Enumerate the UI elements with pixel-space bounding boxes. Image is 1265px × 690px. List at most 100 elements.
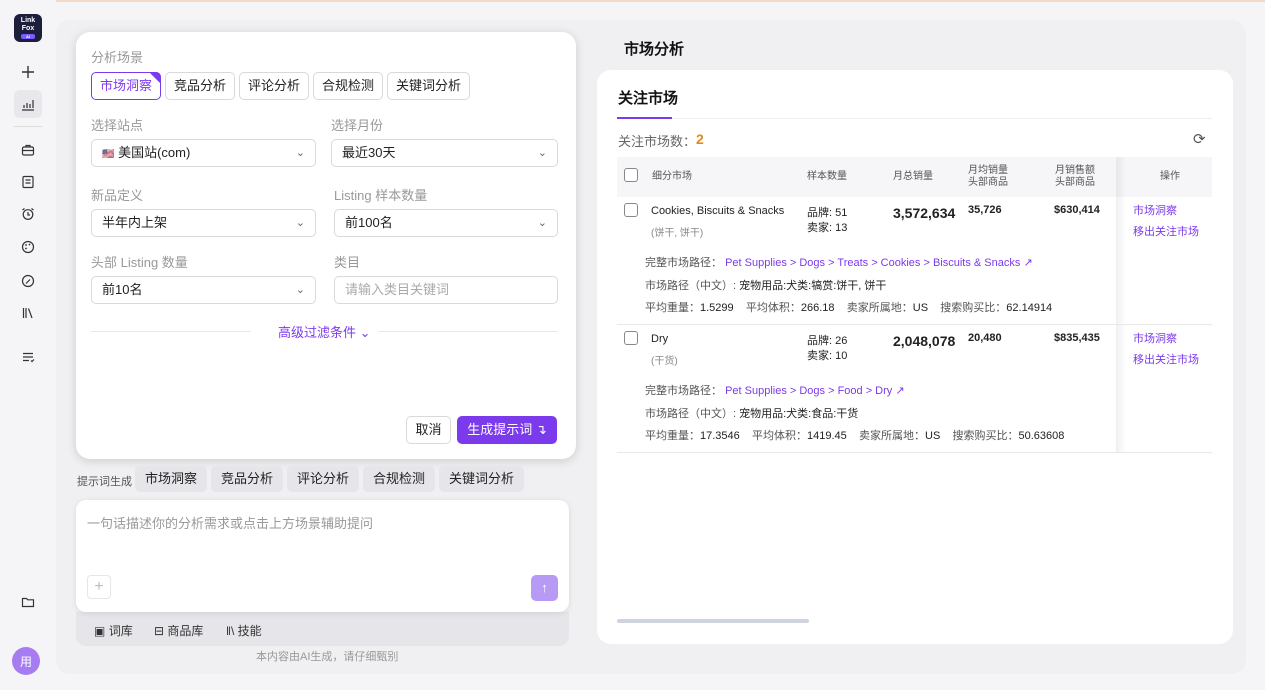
head-listing-label: 头部 Listing 数量 xyxy=(91,255,188,270)
site-select[interactable]: 🇺🇸 美国站(com) ⌄ xyxy=(91,139,316,167)
library-icon: ‖\ xyxy=(226,624,235,638)
scene-tab-compliance[interactable]: 合规检测 xyxy=(313,72,384,100)
list-icon[interactable] xyxy=(14,343,42,371)
library-icon[interactable] xyxy=(14,299,42,327)
stats-line: 平均重量：17.3546 平均体积：1419.45 卖家所属地：US 搜索购买比… xyxy=(645,430,1065,442)
product-library-link[interactable]: ⊟ 商品库 xyxy=(154,622,203,639)
th-head-revenue: 月销售额 头部商品 xyxy=(1055,165,1095,188)
month-value: 最近30天 xyxy=(342,145,396,160)
chevron-down-icon: ⌄ xyxy=(537,147,547,159)
generate-prompt-button[interactable]: 生成提示词 ↴ xyxy=(457,416,557,444)
path-cn: 市场路径（中文）: 宠物用品:犬类:食品:干货 xyxy=(645,408,859,420)
briefcase-icon[interactable] xyxy=(14,136,42,164)
input-toolbar: ▣ 词库 ⊟ 商品库 ‖\ 技能 xyxy=(76,612,569,646)
th-ops: 操作 xyxy=(1160,171,1180,182)
linkfox-logo[interactable]: Link Fox AI xyxy=(14,14,42,42)
plus-icon[interactable] xyxy=(14,58,42,86)
external-link-icon[interactable]: ↗ xyxy=(895,385,904,397)
select-all-checkbox[interactable] xyxy=(624,168,638,182)
logo-ai-badge: AI xyxy=(21,34,35,39)
logo-line2: Fox xyxy=(21,25,35,32)
prompt-gen-label: 提示词生成 xyxy=(77,476,132,488)
unwatch-link[interactable]: 移出关注市场 xyxy=(1133,223,1199,239)
chevron-down-icon: ⌄ xyxy=(359,325,371,340)
palette-icon[interactable] xyxy=(14,233,42,261)
alarm-icon[interactable] xyxy=(14,200,42,228)
th-monthly-sales: 月总销量 xyxy=(893,171,933,182)
total-sales: 3,572,634 xyxy=(893,205,956,221)
ai-disclaimer: 本内容由AI生成，请仔细甄别 xyxy=(256,651,399,663)
brand-count: 品牌: 26 xyxy=(807,335,848,347)
horizontal-scrollbar[interactable] xyxy=(617,619,809,623)
new-product-select[interactable]: 半年内上架 ⌄ xyxy=(91,209,316,237)
row-checkbox[interactable] xyxy=(624,203,638,217)
site-value: 美国站(com) xyxy=(118,145,191,160)
month-label: 选择月份 xyxy=(331,118,384,133)
new-product-label: 新品定义 xyxy=(91,188,144,203)
seller-count: 卖家: 10 xyxy=(807,350,848,362)
row-checkbox[interactable] xyxy=(624,331,638,345)
head-listing-value: 前10名 xyxy=(102,282,143,297)
scene-tab-review[interactable]: 评论分析 xyxy=(239,72,310,100)
refresh-icon[interactable]: ⟳ xyxy=(1193,130,1206,148)
market-insight-link[interactable]: 市场洞察 xyxy=(1133,330,1177,346)
prompt-tab-competitor[interactable]: 竞品分析 xyxy=(211,466,284,492)
revenue: $835,435 xyxy=(1054,332,1100,344)
listing-sample-select[interactable]: 前100名 ⌄ xyxy=(334,209,558,237)
left-rail: Link Fox AI 用 xyxy=(0,0,56,690)
briefcase-icon: ⊟ xyxy=(154,624,165,638)
folder-icon[interactable] xyxy=(14,588,42,616)
us-flag-icon: 🇺🇸 xyxy=(102,149,115,160)
pen-icon[interactable] xyxy=(14,267,42,295)
scene-tab-market[interactable]: 市场洞察 xyxy=(91,72,162,100)
prompt-tab-market[interactable]: 市场洞察 xyxy=(135,466,208,492)
advanced-filter-toggle[interactable]: 高级过滤条件 ⌄ xyxy=(278,322,371,341)
divider xyxy=(672,118,1212,119)
full-path: 完整市场路径： Pet Supplies > Dogs > Food > Dry… xyxy=(645,385,905,397)
divider xyxy=(91,331,251,332)
attach-button[interactable]: + xyxy=(87,575,111,599)
external-link-icon[interactable]: ↗ xyxy=(1023,257,1032,269)
prompt-input-box[interactable]: 一句话描述你的分析需求或点击上方场景辅助提问 + ↑ xyxy=(76,500,569,612)
prompt-tab-keyword[interactable]: 关键词分析 xyxy=(439,466,525,492)
th-head-sales: 月均销量 头部商品 xyxy=(968,165,1008,188)
category-input[interactable]: 请输入类目关键词 xyxy=(334,276,558,304)
chart-icon[interactable] xyxy=(14,90,42,118)
selected-corner-icon xyxy=(149,72,162,84)
prompt-tab-review[interactable]: 评论分析 xyxy=(287,466,360,492)
market-name: Cookies, Biscuits & Snacks xyxy=(651,205,785,217)
top-accent-line xyxy=(0,0,1265,2)
avatar[interactable]: 用 xyxy=(12,647,40,675)
scene-label: 分析场景 xyxy=(91,50,144,65)
cancel-button[interactable]: 取消 xyxy=(406,416,451,444)
send-button[interactable]: ↑ xyxy=(531,575,558,601)
full-path-link[interactable]: Pet Supplies > Dogs > Treats > Cookies >… xyxy=(725,257,1020,269)
skills-link[interactable]: ‖\ 技能 xyxy=(226,622,262,639)
brand-count: 品牌: 51 xyxy=(807,207,848,219)
head-listing-select[interactable]: 前10名 ⌄ xyxy=(91,276,316,304)
full-path-link[interactable]: Pet Supplies > Dogs > Food > Dry xyxy=(725,385,892,397)
row-divider xyxy=(617,452,1212,453)
site-label: 选择站点 xyxy=(91,118,144,133)
watch-count-label: 关注市场数： xyxy=(618,134,697,149)
prompt-tab-compliance[interactable]: 合规检测 xyxy=(363,466,436,492)
stats-line: 平均重量：1.5299 平均体积：266.18 卖家所属地：US 搜索购买比：6… xyxy=(645,302,1053,314)
logo-line1: Link xyxy=(20,17,36,24)
listing-sample-value: 前100名 xyxy=(345,215,393,230)
analysis-config-card: 分析场景 市场洞察 竞品分析 评论分析 合规检测 关键词分析 选择站点 🇺🇸 美… xyxy=(76,32,576,459)
month-select[interactable]: 最近30天 ⌄ xyxy=(331,139,558,167)
market-insight-link[interactable]: 市场洞察 xyxy=(1133,202,1177,218)
book-icon[interactable] xyxy=(14,168,42,196)
unwatch-link[interactable]: 移出关注市场 xyxy=(1133,351,1199,367)
rail-divider xyxy=(14,126,42,127)
new-product-value: 半年内上架 xyxy=(102,215,168,230)
scene-tab-competitor[interactable]: 竞品分析 xyxy=(165,72,236,100)
tab-underline xyxy=(617,117,672,119)
lexicon-link[interactable]: ▣ 词库 xyxy=(94,622,133,639)
watch-count-value: 2 xyxy=(696,131,704,147)
tab-watched-markets[interactable]: 关注市场 xyxy=(618,87,678,108)
book-icon: ▣ xyxy=(94,624,106,638)
market-name-cn: (饼干, 饼干) xyxy=(651,228,704,239)
chevron-down-icon: ⌄ xyxy=(295,147,305,159)
scene-tab-keyword[interactable]: 关键词分析 xyxy=(387,72,471,100)
